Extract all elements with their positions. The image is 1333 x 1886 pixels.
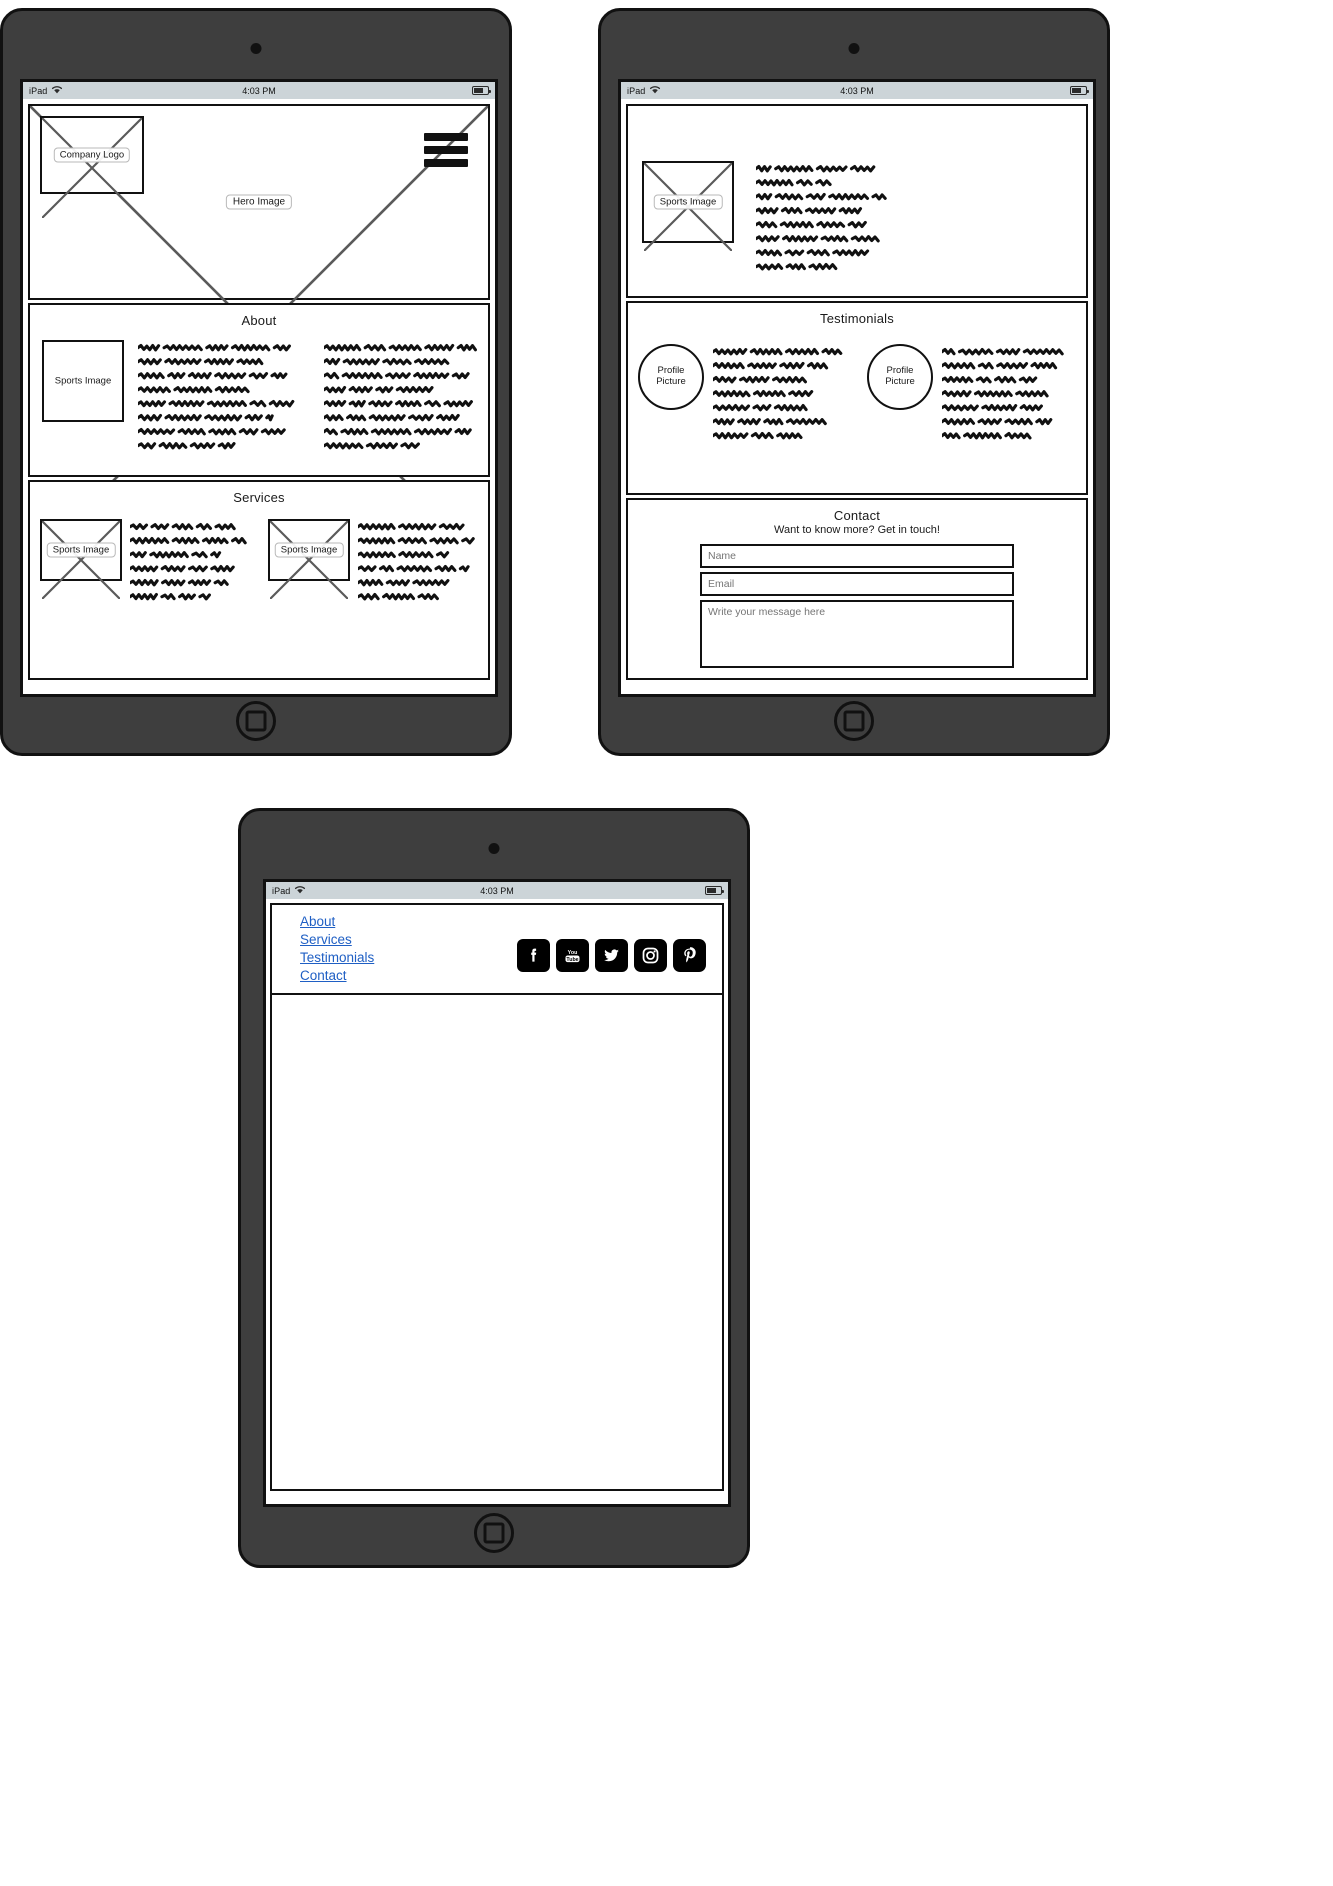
wifi-icon	[649, 85, 661, 96]
status-carrier-label: iPad	[272, 885, 291, 896]
status-time: 4:03 PM	[840, 85, 874, 96]
contact-message-input[interactable]	[700, 600, 1014, 668]
company-logo-caption: Company Logo	[53, 147, 131, 163]
device-frame-1: iPad 4:03 PM Hero Image Company Logo Abo…	[0, 8, 512, 756]
feature-image-caption: Sports Image	[653, 194, 723, 210]
screen-3: iPad 4:03 PM About Services Testimonials…	[263, 879, 731, 1507]
contact-title: Contact	[833, 508, 881, 523]
device-frame-3: iPad 4:03 PM About Services Testimonials…	[238, 808, 750, 1568]
testimonial-1-text	[713, 344, 855, 442]
wifi-icon	[294, 885, 306, 896]
wifi-icon	[51, 85, 63, 96]
footer-panel: About Services Testimonials Contact You …	[270, 903, 724, 995]
testimonial-item-1: Profile Picture	[638, 344, 855, 442]
status-carrier-label: iPad	[627, 85, 646, 96]
home-button-3[interactable]	[474, 1513, 514, 1553]
contact-name-input[interactable]	[700, 544, 1014, 568]
about-panel: About Sports Image	[28, 303, 490, 477]
about-image-caption: Sports Image	[54, 375, 112, 387]
testimonial-item-2: Profile Picture	[867, 344, 1084, 442]
home-button-1[interactable]	[236, 701, 276, 741]
status-bar-2: iPad 4:03 PM	[621, 82, 1093, 99]
hero-panel: Hero Image Company Logo	[28, 104, 490, 300]
feature-image-placeholder: Sports Image	[642, 161, 734, 243]
services-title: Services	[233, 490, 285, 505]
screen-1-content: Hero Image Company Logo About Sports Ima…	[23, 99, 495, 694]
company-logo-placeholder: Company Logo	[40, 116, 144, 194]
pinterest-icon[interactable]	[673, 939, 706, 972]
testimonial-2-avatar-label-2: Picture	[885, 376, 915, 387]
screen-3-content: About Services Testimonials Contact You …	[266, 899, 728, 1504]
feature-panel: Sports Image	[626, 104, 1088, 298]
status-bar-1: iPad 4:03 PM	[23, 82, 495, 99]
wireframe-page: iPad 4:03 PM Hero Image Company Logo Abo…	[0, 0, 1333, 1886]
service-1-text	[130, 519, 258, 603]
device-frame-2: iPad 4:03 PM Sports Image Testimonials P…	[598, 8, 1110, 756]
contact-panel: Contact Want to know more? Get in touch!	[626, 498, 1088, 680]
footer-link-about[interactable]: About	[300, 914, 335, 929]
testimonial-2-text	[942, 344, 1084, 442]
instagram-icon[interactable]	[634, 939, 667, 972]
front-camera-1	[250, 43, 262, 54]
service-1-image-placeholder: Sports Image	[40, 519, 122, 581]
services-panel: Services Sports Image Sports Image	[28, 480, 490, 680]
svg-text:Tube: Tube	[566, 956, 578, 962]
front-camera-3	[488, 843, 500, 854]
screen-2-content: Sports Image Testimonials Profile Pictur…	[621, 99, 1093, 694]
status-carrier-label: iPad	[29, 85, 48, 96]
screen-1: iPad 4:03 PM Hero Image Company Logo Abo…	[20, 79, 498, 697]
about-title: About	[241, 313, 277, 328]
status-time: 4:03 PM	[242, 85, 276, 96]
contact-email-input[interactable]	[700, 572, 1014, 596]
about-image-placeholder: Sports Image	[42, 340, 124, 422]
service-1-image-caption: Sports Image	[46, 542, 116, 558]
battery-icon	[1070, 86, 1089, 95]
svg-text:You: You	[568, 950, 578, 956]
footer-screen-empty-body	[270, 995, 724, 1491]
testimonials-title: Testimonials	[820, 311, 894, 326]
twitter-icon[interactable]	[595, 939, 628, 972]
battery-icon	[705, 886, 724, 895]
service-2-image-placeholder: Sports Image	[268, 519, 350, 581]
about-column-2	[324, 340, 495, 452]
hamburger-menu-icon[interactable]	[424, 133, 468, 167]
testimonial-1-avatar: Profile Picture	[638, 344, 704, 410]
footer-link-contact[interactable]: Contact	[300, 968, 347, 983]
front-camera-2	[848, 43, 860, 54]
hero-image-caption: Hero Image	[225, 194, 293, 210]
status-time: 4:03 PM	[480, 885, 514, 896]
testimonials-panel: Testimonials Profile Picture Profile Pic…	[626, 301, 1088, 495]
contact-subtitle: Want to know more? Get in touch!	[774, 524, 940, 536]
testimonial-1-avatar-label-2: Picture	[656, 376, 686, 387]
footer-nav: About Services Testimonials Contact	[300, 914, 374, 983]
screen-2: iPad 4:03 PM Sports Image Testimonials P…	[618, 79, 1096, 697]
feature-text	[756, 161, 946, 273]
service-2-text	[358, 519, 486, 603]
logo-cross-lines	[42, 118, 142, 218]
service-2-image-caption: Sports Image	[274, 542, 344, 558]
service-1-cross-lines	[42, 521, 120, 599]
status-bar-3: iPad 4:03 PM	[266, 882, 728, 899]
about-column-1	[138, 340, 310, 452]
social-links-row: You Tube	[517, 939, 706, 972]
facebook-icon[interactable]	[517, 939, 550, 972]
battery-icon	[472, 86, 491, 95]
youtube-icon[interactable]: You Tube	[556, 939, 589, 972]
testimonial-2-avatar: Profile Picture	[867, 344, 933, 410]
home-button-2[interactable]	[834, 701, 874, 741]
footer-link-services[interactable]: Services	[300, 932, 352, 947]
service-2-cross-lines	[270, 521, 348, 599]
footer-link-testimonials[interactable]: Testimonials	[300, 950, 374, 965]
